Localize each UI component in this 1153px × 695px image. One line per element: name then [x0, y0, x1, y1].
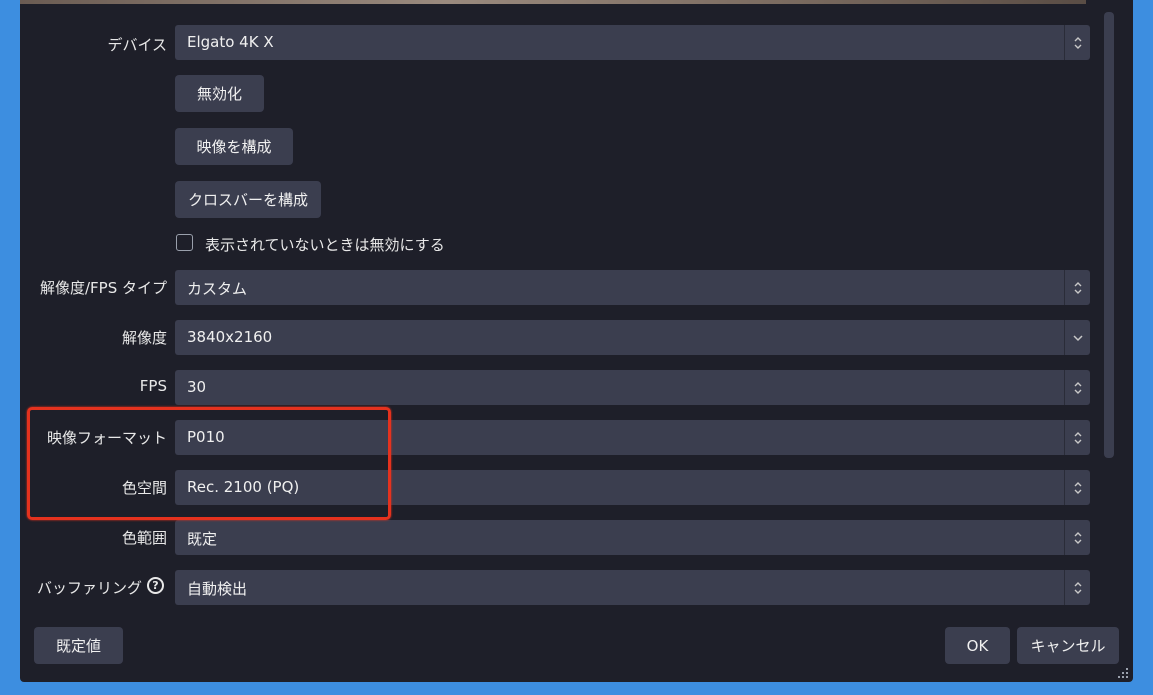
- buffering-select[interactable]: 自動検出: [175, 570, 1090, 605]
- resolution-combo[interactable]: 3840x2160: [175, 320, 1090, 355]
- updown-arrows-icon: [1064, 420, 1090, 455]
- updown-arrows-icon: [1064, 25, 1090, 60]
- updown-arrows-icon: [1064, 270, 1090, 305]
- deactivate-button[interactable]: 無効化: [175, 75, 264, 112]
- color-range-value: 既定: [187, 530, 218, 548]
- fps-label: FPS: [139, 377, 167, 395]
- resolution-value: 3840x2160: [187, 328, 273, 346]
- fps-select[interactable]: 30: [175, 370, 1090, 405]
- updown-arrows-icon: [1064, 570, 1090, 605]
- device-label: デバイス: [107, 36, 167, 54]
- defaults-button[interactable]: 既定値: [34, 627, 123, 664]
- configure-video-button[interactable]: 映像を構成: [175, 128, 293, 165]
- updown-arrows-icon: [1064, 370, 1090, 405]
- fps-value: 30: [187, 378, 207, 396]
- color-range-select[interactable]: 既定: [175, 520, 1090, 555]
- configure-crossbar-button[interactable]: クロスバーを構成: [175, 181, 321, 218]
- res-fps-type-label: 解像度/FPS タイプ: [39, 279, 167, 297]
- device-value: Elgato 4K X: [187, 33, 274, 51]
- preview-image: [20, 0, 1086, 4]
- updown-arrows-icon: [1064, 520, 1090, 555]
- deactivate-when-hidden-label: 表示されていないときは無効にする: [205, 236, 445, 254]
- scrollbar[interactable]: [1104, 12, 1114, 458]
- deactivate-when-hidden-checkbox[interactable]: [176, 234, 193, 251]
- cancel-button[interactable]: キャンセル: [1017, 627, 1119, 664]
- res-fps-type-value: カスタム: [187, 280, 248, 298]
- resolution-label: 解像度: [121, 329, 167, 347]
- resize-grip-icon[interactable]: [1117, 667, 1129, 679]
- highlight-annotation: [27, 407, 391, 520]
- res-fps-type-select[interactable]: カスタム: [175, 270, 1090, 305]
- question-circle-icon[interactable]: ?: [147, 577, 164, 594]
- color-range-label: 色範囲: [121, 529, 167, 547]
- device-select[interactable]: Elgato 4K X: [175, 25, 1090, 60]
- updown-arrows-icon: [1064, 470, 1090, 505]
- buffering-label: バッファリング: [36, 579, 142, 597]
- buffering-value: 自動検出: [187, 580, 248, 598]
- ok-button[interactable]: OK: [945, 627, 1010, 664]
- chevron-down-icon[interactable]: [1064, 320, 1090, 355]
